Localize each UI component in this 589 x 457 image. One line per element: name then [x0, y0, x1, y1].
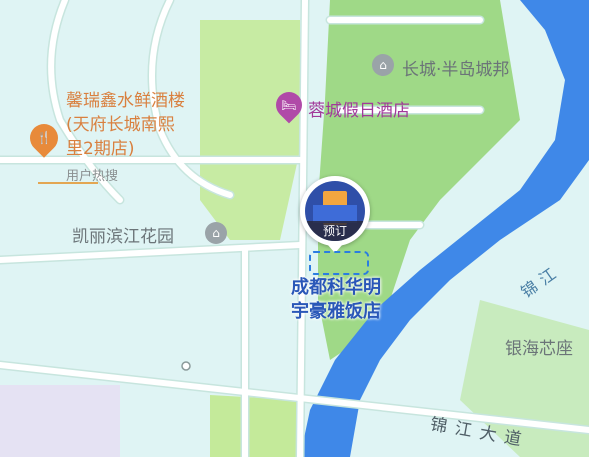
- map-canvas[interactable]: ⌂ 长城·半岛城邦 🛏 蓉城假日酒店 🍴 馨瑞鑫水鲜酒楼 (天府长城南熙 里2期…: [0, 0, 589, 457]
- poi-yinhai-label[interactable]: 银海芯座: [505, 334, 573, 359]
- selected-area-outline: [309, 251, 369, 275]
- poi-xinrui-line2[interactable]: (天府长城南熙: [66, 114, 175, 136]
- selected-location-pin[interactable]: 预订: [300, 176, 370, 246]
- residential-icon: ⌂: [205, 222, 227, 244]
- poi-changcheng-label[interactable]: 长城·半岛城邦: [402, 55, 509, 80]
- poi-rongcheng-label[interactable]: 蓉城假日酒店: [308, 96, 410, 121]
- selected-name-line2: 宇豪雅饭店: [291, 301, 381, 322]
- hotel-thumbnail: 预订: [305, 181, 365, 241]
- poi-xinrui-tag: 用户热搜: [66, 169, 119, 184]
- residential-icon: ⌂: [372, 54, 394, 76]
- selected-name-line1: 成都科华明: [291, 277, 381, 298]
- selected-place-name[interactable]: 成都科华明 宇豪雅饭店: [278, 276, 394, 324]
- poi-kaili-label[interactable]: 凯丽滨江花园: [72, 222, 174, 247]
- booking-tag[interactable]: 预订: [305, 221, 365, 241]
- poi-xinrui-line3[interactable]: 里2期店): [66, 138, 134, 160]
- poi-xinrui-line1[interactable]: 馨瑞鑫水鲜酒楼: [66, 90, 185, 112]
